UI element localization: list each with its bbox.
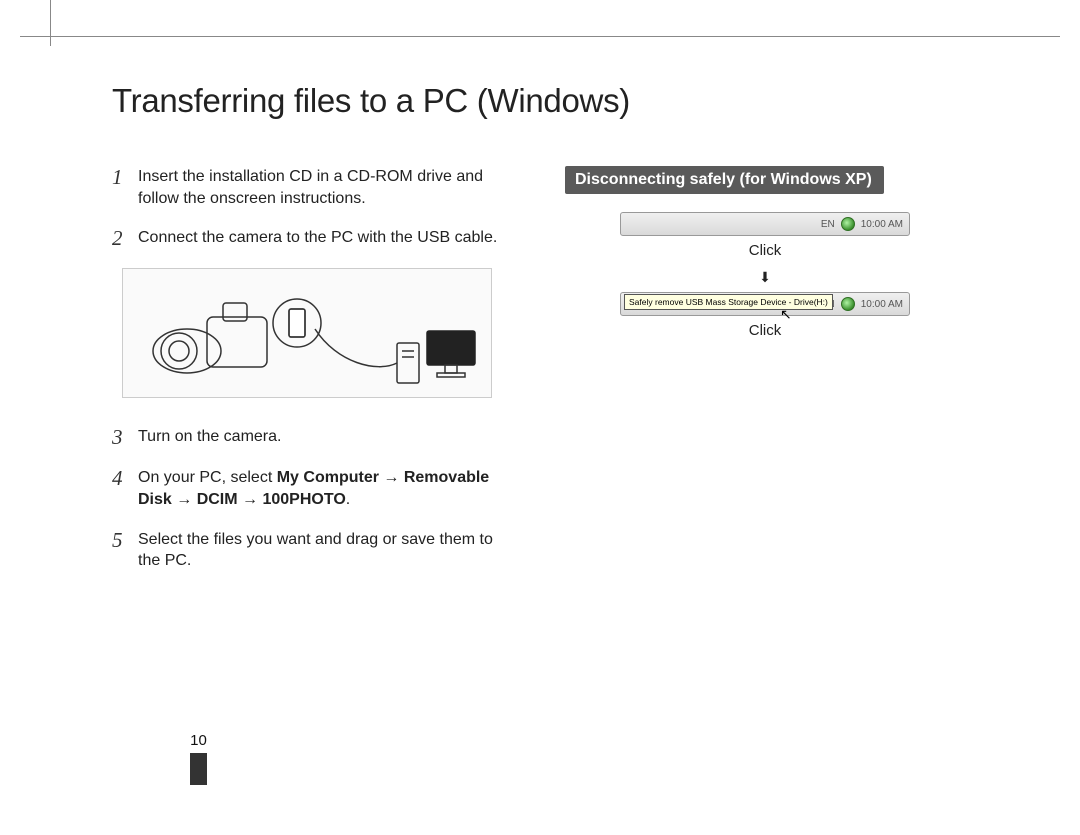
taskbar-time: 10:00 AM	[861, 219, 903, 230]
safely-remove-icon	[841, 217, 855, 231]
page-number-bar	[190, 753, 207, 785]
step-number: 4	[112, 467, 134, 490]
taskbar-illustration-1: EN 10:00 AM Click	[565, 212, 965, 259]
step-number: 2	[112, 227, 134, 250]
step-text: Turn on the camera.	[138, 426, 517, 448]
page-number: 10	[190, 732, 207, 749]
camera-to-pc-illustration	[122, 268, 492, 398]
page-number-block: 10	[190, 732, 207, 785]
taskbar-illustration-2: Safely remove USB Mass Storage Device - …	[565, 292, 965, 339]
top-vertical-rule	[50, 0, 51, 46]
cursor-icon: ↖	[780, 306, 792, 323]
step-2: 2 Connect the camera to the PC with the …	[112, 227, 517, 250]
right-column: Disconnecting safely (for Windows XP) EN…	[565, 166, 965, 339]
down-arrow-icon: ⬇	[565, 269, 965, 286]
step-3: 3 Turn on the camera.	[112, 426, 517, 449]
step-text: Connect the camera to the PC with the US…	[138, 227, 517, 249]
top-horizontal-rule	[20, 36, 1060, 37]
step4-suffix: .	[346, 491, 350, 508]
step4-prefix: On your PC, select	[138, 469, 277, 486]
safely-remove-icon	[841, 297, 855, 311]
click-label-2: Click	[565, 322, 965, 339]
step-text: Insert the installation CD in a CD-ROM d…	[138, 166, 517, 209]
page-title: Transferring files to a PC (Windows)	[112, 82, 630, 120]
left-column: 1 Insert the installation CD in a CD-ROM…	[112, 166, 517, 590]
step-text: On your PC, select My Computer → Removab…	[138, 467, 517, 510]
step-5: 5 Select the files you want and drag or …	[112, 529, 517, 572]
step-number: 1	[112, 166, 134, 189]
step-4: 4 On your PC, select My Computer → Remov…	[112, 467, 517, 510]
disconnect-heading: Disconnecting safely (for Windows XP)	[565, 166, 884, 194]
taskbar-time: 10:00 AM	[861, 299, 903, 310]
taskbar-lang: EN	[821, 219, 835, 230]
step-number: 3	[112, 426, 134, 449]
taskbar-bar: EN 10:00 AM	[620, 212, 910, 236]
click-label-1: Click	[565, 242, 965, 259]
step-number: 5	[112, 529, 134, 552]
step-1: 1 Insert the installation CD in a CD-ROM…	[112, 166, 517, 209]
step-text: Select the files you want and drag or sa…	[138, 529, 517, 572]
safe-remove-tooltip: Safely remove USB Mass Storage Device - …	[624, 294, 833, 310]
